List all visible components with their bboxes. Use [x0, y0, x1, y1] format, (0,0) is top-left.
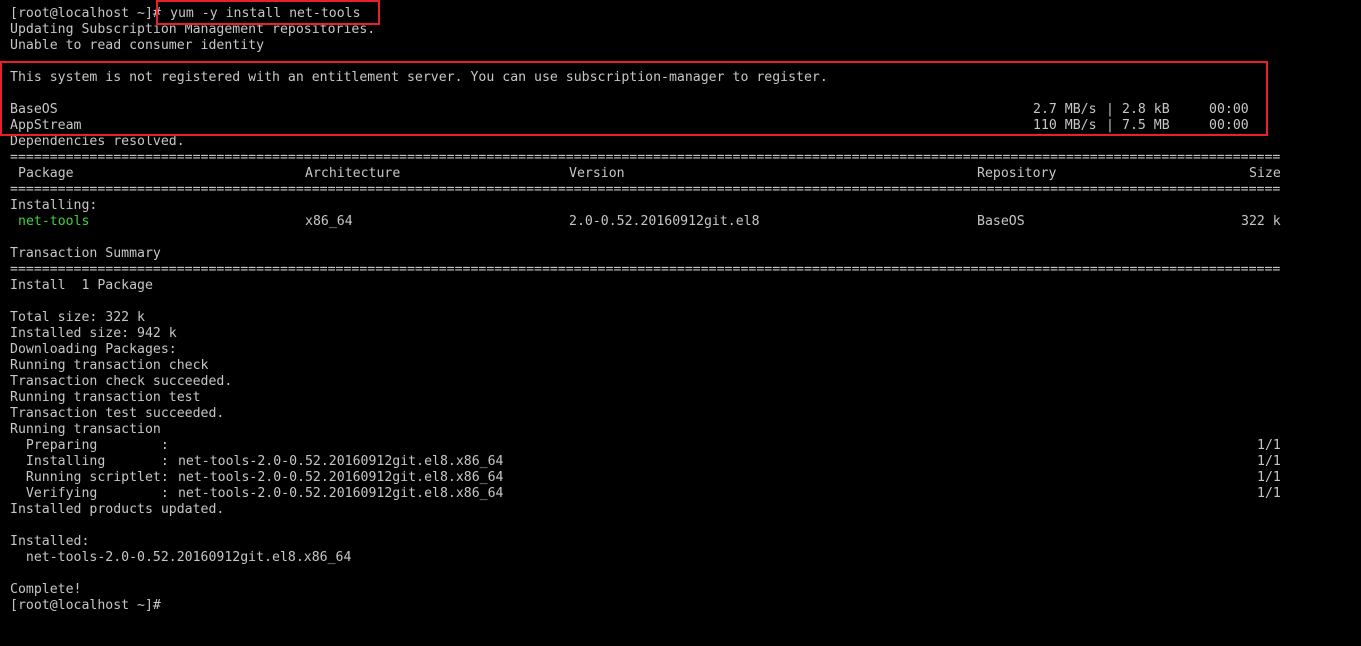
step-progress: 1/1 [1257, 470, 1281, 485]
output-line: Installing: [10, 198, 98, 213]
repo-row-baseos: BaseOS 2.7 MB/s | 2.8 kB 00:00 [0, 102, 1249, 118]
package-repo: BaseOS [977, 214, 1025, 229]
repo-speed: 2.7 MB/s [1033, 102, 1097, 117]
transaction-step: Verifying : net-tools-2.0-0.52.20160912g… [10, 486, 1281, 501]
terminal-window[interactable]: [root@localhost ~]# yum -y install net-t… [0, 0, 1361, 631]
repo-time: 00:00 [1209, 118, 1249, 133]
command-line: [root@localhost ~]# yum -y install net-t… [0, 6, 361, 22]
separator: | [1106, 102, 1114, 117]
table-row: net-tools x86_64 2.0-0.52.20160912git.el… [0, 214, 1281, 230]
table-header: Package Architecture Version Repository … [0, 166, 1281, 182]
output-line: Dependencies resolved. [10, 134, 185, 149]
output-line: Updating Subscription Management reposit… [10, 22, 376, 37]
header-architecture: Architecture [305, 166, 401, 181]
step-detail: net-tools-2.0-0.52.20160912git.el8.x86_6… [170, 486, 504, 501]
repo-name: BaseOS [10, 102, 58, 117]
repo-size: 7.5 MB [1122, 118, 1170, 133]
table-rule: ========================================… [10, 262, 1281, 277]
package-arch: x86_64 [305, 214, 353, 229]
package-name: net-tools [18, 214, 90, 229]
header-version: Version [569, 166, 625, 181]
output-line: Transaction Summary [10, 246, 161, 261]
header-repository: Repository [977, 166, 1057, 181]
shell-prompt: [root@localhost ~]# [10, 598, 161, 613]
table-rule: ========================================… [10, 150, 1281, 165]
step-detail: net-tools-2.0-0.52.20160912git.el8.x86_6… [170, 470, 504, 485]
transaction-step: Preparing : 1/1 [10, 438, 1281, 453]
step-detail: net-tools-2.0-0.52.20160912git.el8.x86_6… [170, 454, 504, 469]
repo-size: 2.8 kB [1122, 102, 1170, 117]
command-text: yum -y install net-tools [170, 6, 361, 21]
complete-message: Complete! [10, 582, 82, 597]
registration-notice: This system is not registered with an en… [10, 70, 828, 85]
package-size: 322 k [1241, 214, 1281, 229]
step-progress: 1/1 [1257, 486, 1281, 501]
transaction-step: Installing : net-tools-2.0-0.52.20160912… [10, 454, 1281, 469]
repo-name: AppStream [10, 118, 82, 133]
output-line: Unable to read consumer identity [10, 38, 265, 53]
repo-time: 00:00 [1209, 102, 1249, 117]
step-progress: 1/1 [1257, 438, 1281, 453]
transaction-step: Running scriptlet: net-tools-2.0-0.52.20… [10, 470, 1281, 485]
final-prompt-line[interactable]: [root@localhost ~]# [0, 598, 161, 614]
repo-row-appstream: AppStream 110 MB/s | 7.5 MB 00:00 [0, 118, 1249, 134]
output-line: Install 1 Package [10, 278, 153, 293]
separator: | [1106, 118, 1114, 133]
package-version: 2.0-0.52.20160912git.el8 [569, 214, 760, 229]
shell-prompt: [root@localhost ~]# [10, 6, 161, 21]
table-rule: ========================================… [10, 182, 1281, 197]
header-size: Size [1249, 166, 1281, 181]
installed-package: net-tools-2.0-0.52.20160912git.el8.x86_6… [10, 550, 352, 565]
header-package: Package [18, 166, 74, 181]
repo-speed: 110 MB/s [1033, 118, 1097, 133]
step-progress: 1/1 [1257, 454, 1281, 469]
